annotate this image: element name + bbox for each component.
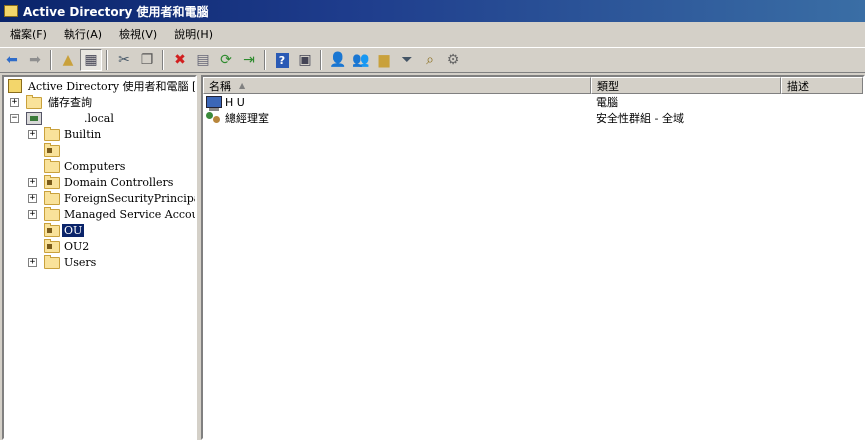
filter-icon[interactable]: ⏷ xyxy=(396,49,418,71)
tree-item-users[interactable]: + Users xyxy=(4,254,195,270)
ou-folder-icon xyxy=(44,239,60,253)
back-arrow-icon[interactable]: ⬅ xyxy=(1,49,23,71)
expand-icon[interactable]: + xyxy=(28,177,37,187)
folder-icon xyxy=(44,159,60,173)
tree-item-domain[interactable]: − .local xyxy=(4,110,195,126)
copy-icon[interactable]: ❐ xyxy=(136,49,158,71)
list-item-computer[interactable]: H U 電腦 xyxy=(203,94,863,111)
toolbar-separator xyxy=(264,50,266,70)
expand-icon[interactable]: + xyxy=(28,257,37,267)
folder-icon xyxy=(44,191,60,205)
tree-item-domain-controllers[interactable]: + Domain Controllers xyxy=(4,174,195,190)
domain-icon xyxy=(26,112,42,125)
folder-icon xyxy=(26,95,42,109)
computer-icon xyxy=(206,96,222,111)
sort-ascending-icon: ▲ xyxy=(239,81,246,90)
expand-icon[interactable]: + xyxy=(10,97,19,107)
title-bar: Active Directory 使用者和電腦 xyxy=(0,0,865,22)
help-icon[interactable]: ? xyxy=(271,49,293,71)
menu-action[interactable]: 執行(A) xyxy=(57,26,109,42)
toolbar-separator xyxy=(106,50,108,70)
expand-icon[interactable]: + xyxy=(28,209,37,219)
show-hide-action-pane-icon[interactable]: ▣ xyxy=(294,49,316,71)
toolbar-separator xyxy=(50,50,52,70)
cut-icon[interactable]: ✂ xyxy=(113,49,135,71)
tree-item-computers[interactable]: Computers xyxy=(4,158,195,174)
up-folder-icon[interactable]: ▲ xyxy=(57,49,79,71)
tree-pane[interactable]: Active Directory 使用者和電腦 [A + 儲存查詢 − .loc… xyxy=(2,75,197,440)
column-header-description[interactable]: 描述 xyxy=(781,77,863,94)
tree-item-foreign-security-principals[interactable]: + ForeignSecurityPrincipals xyxy=(4,190,195,206)
forward-arrow-icon[interactable]: ➡ xyxy=(24,49,46,71)
toolbar-separator xyxy=(320,50,322,70)
expand-icon[interactable]: + xyxy=(28,129,37,139)
add-to-group-icon[interactable]: ⚙ xyxy=(442,49,464,71)
window-title: Active Directory 使用者和電腦 xyxy=(23,4,209,19)
tree-item-managed-service-accounts[interactable]: + Managed Service Accounts xyxy=(4,206,195,222)
create-ou-icon[interactable]: ▆ xyxy=(373,49,395,71)
create-user-icon[interactable]: 👤 xyxy=(327,49,349,71)
delete-icon[interactable]: ✖ xyxy=(169,49,191,71)
menu-bar: 檔案(F) 執行(A) 檢視(V) 說明(H) xyxy=(0,24,865,44)
ou-folder-icon xyxy=(44,223,60,237)
tree-item-ou[interactable]: OU xyxy=(4,222,195,238)
toolbar: ⬅ ➡ ▲ ▦ ✂ ❐ ✖ ▤ ⟳ ⇥ ? ▣ 👤 👥 ▆ ⏷ ⌕ ⚙ xyxy=(0,47,865,73)
ou-folder-icon xyxy=(44,143,60,157)
snapin-root-icon xyxy=(8,79,22,93)
folder-icon xyxy=(44,255,60,269)
expand-icon[interactable]: + xyxy=(28,193,37,203)
app-icon xyxy=(4,5,18,17)
group-icon xyxy=(206,111,222,125)
tree-item-ou-unnamed[interactable] xyxy=(4,142,195,158)
collapse-icon[interactable]: − xyxy=(10,113,19,123)
folder-icon xyxy=(44,127,60,141)
toolbar-separator xyxy=(162,50,164,70)
tree-item-ou2[interactable]: OU2 xyxy=(4,238,195,254)
tree-item-builtin[interactable]: + Builtin xyxy=(4,126,195,142)
menu-file[interactable]: 檔案(F) xyxy=(3,26,54,42)
selected-tree-label: OU xyxy=(62,223,85,237)
column-header-name[interactable]: 名稱 ▲ xyxy=(203,77,591,94)
find-icon[interactable]: ⌕ xyxy=(419,49,441,71)
tree-item-saved-queries[interactable]: + 儲存查詢 xyxy=(4,94,195,110)
column-header: 名稱 ▲ 類型 描述 xyxy=(203,77,863,94)
list-item-group[interactable]: 總經理室 安全性群組 - 全域 xyxy=(203,110,863,126)
menu-view[interactable]: 檢視(V) xyxy=(112,26,164,42)
folder-icon xyxy=(44,207,60,221)
ou-folder-icon xyxy=(44,175,60,189)
create-group-icon[interactable]: 👥 xyxy=(350,49,372,71)
show-hide-tree-icon[interactable]: ▦ xyxy=(80,49,102,71)
column-header-type[interactable]: 類型 xyxy=(591,77,781,94)
menu-help[interactable]: 說明(H) xyxy=(167,26,220,42)
properties-icon[interactable]: ▤ xyxy=(192,49,214,71)
refresh-icon[interactable]: ⟳ xyxy=(215,49,237,71)
export-list-icon[interactable]: ⇥ xyxy=(238,49,260,71)
details-pane[interactable]: 名稱 ▲ 類型 描述 H U 電腦 總經理室 安全性群組 - 全域 xyxy=(201,75,865,440)
